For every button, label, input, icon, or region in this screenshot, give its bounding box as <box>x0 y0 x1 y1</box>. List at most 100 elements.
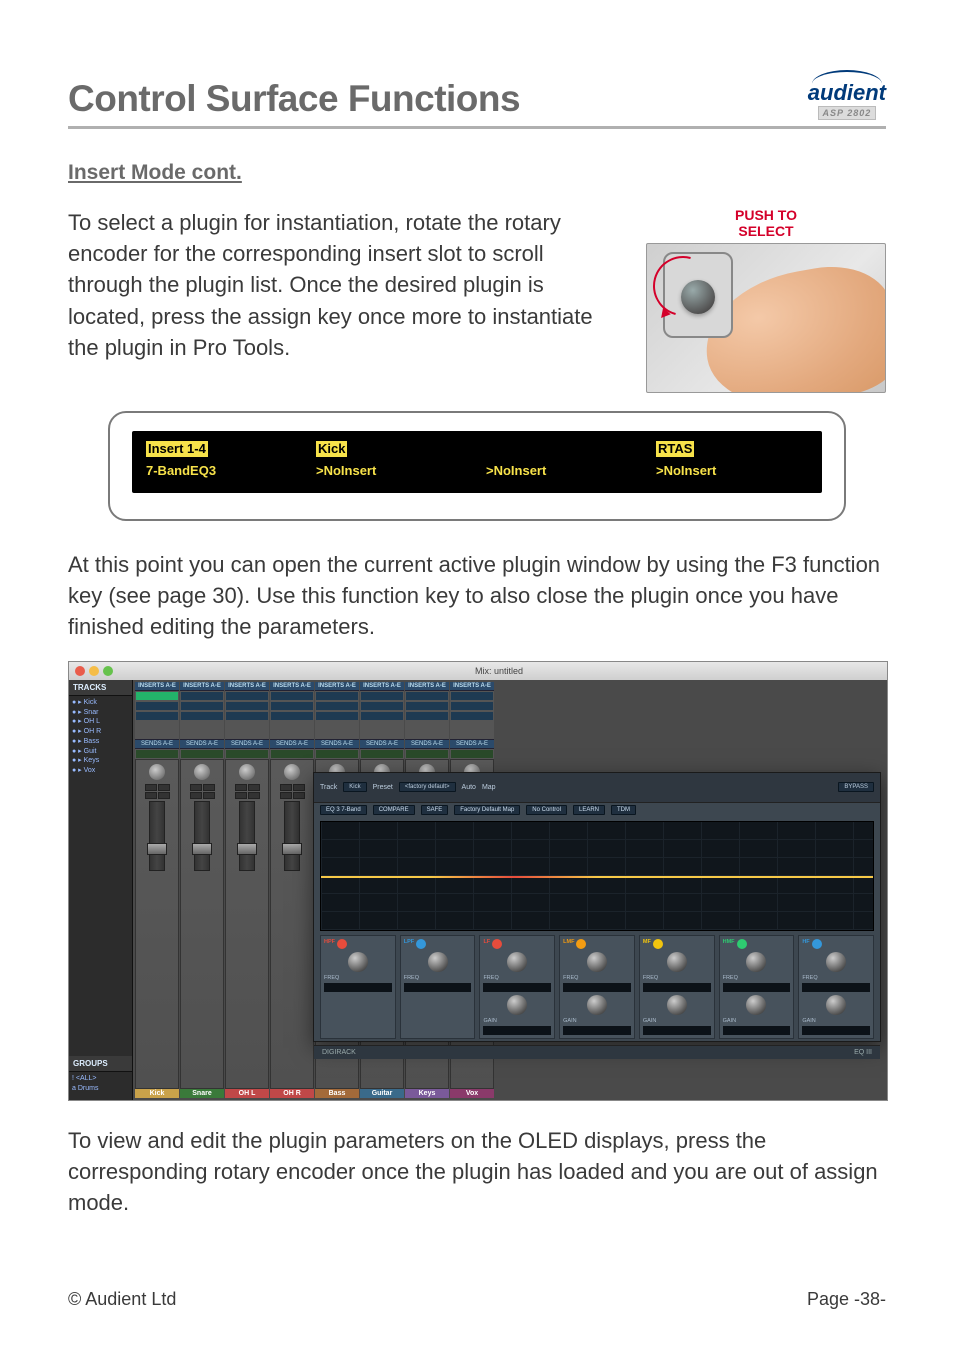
ss-band-freq-knob <box>667 952 687 972</box>
ss-plugin-footer-name: EQ III <box>854 1049 872 1056</box>
ss-band-name: HF <box>802 939 809 949</box>
ss-ch-bus <box>136 750 178 758</box>
ss-band-freq-value <box>483 983 551 992</box>
ss-band-freq-value <box>324 983 392 992</box>
ss-ch-btn <box>203 784 215 791</box>
ss-ch-name: OH R <box>270 1089 314 1098</box>
traffic-light-max-icon <box>103 666 113 676</box>
ss-band-color-icon <box>737 939 747 949</box>
ss-ch-btn <box>248 792 260 799</box>
ss-ch-bus <box>226 750 268 758</box>
ss-band-color-icon <box>653 939 663 949</box>
ss-ch-fader <box>239 801 255 871</box>
section-subtitle: Insert Mode cont. <box>68 161 886 185</box>
ss-channel: INSERTS A-E SENDS A-E OH L <box>225 682 269 1098</box>
ss-band-color-icon <box>492 939 502 949</box>
ss-ch-buttons <box>271 792 313 799</box>
ss-titlebar: Mix: untitled <box>69 662 887 680</box>
ss-band-name: HPF <box>324 939 335 949</box>
ss-sidebar: TRACKS ● ▸ Kick● ▸ Snar● ▸ OH L● ▸ OH R●… <box>69 680 133 1100</box>
ss-ch-bus <box>451 750 493 758</box>
ss-window-title: Mix: untitled <box>117 666 881 676</box>
ss-band-freq-label: FREQ <box>802 975 870 981</box>
ss-band-freq-value <box>643 983 711 992</box>
ss-groups-label: GROUPS <box>69 1056 132 1072</box>
ss-band-freq-label: FREQ <box>404 975 472 981</box>
traffic-light-close-icon <box>75 666 85 676</box>
oled-4-line2: >NoInsert <box>656 463 808 479</box>
ss-ch-insert-slot <box>226 692 268 700</box>
ss-ch-bus <box>271 750 313 758</box>
photo-caption-line1: PUSH TO <box>735 207 797 223</box>
intro-row: To select a plugin for instantiation, ro… <box>68 207 886 393</box>
ss-ch-btn <box>203 792 215 799</box>
ss-band-gain-label: GAIN <box>802 1018 870 1024</box>
oled-2-line2: >NoInsert <box>316 463 468 479</box>
ss-ch-insert-slot <box>406 692 448 700</box>
ss-plugin-learn: LEARN <box>573 805 605 815</box>
ss-ch-insert-slot <box>181 692 223 700</box>
ss-ch-name: Kick <box>135 1089 179 1098</box>
ss-ch-inserts-header: INSERTS A-E <box>180 682 224 691</box>
ss-eq-band: HF FREQ GAIN <box>798 935 874 1039</box>
ss-plugin-tdm: TDM <box>611 805 636 815</box>
ss-band-freq-value <box>723 983 791 992</box>
ss-ch-fader <box>149 801 165 871</box>
ss-band-color-icon <box>576 939 586 949</box>
ss-main: INSERTS A-E SENDS A-E Kick INSERTS A-E S… <box>133 680 887 1100</box>
oled-frame: Insert 1-4 7-BandEQ3 Kick >NoInsert >NoI… <box>108 411 846 521</box>
ss-ch-sends-header: SENDS A-E <box>135 739 179 749</box>
ss-ch-sends-header: SENDS A-E <box>360 739 404 749</box>
ss-band-gain-knob <box>507 995 527 1015</box>
ss-band-gain-knob <box>667 995 687 1015</box>
oled-2-line1: Kick <box>316 441 347 457</box>
ss-ch-btn <box>280 784 292 791</box>
ss-band-gain-value <box>723 1026 791 1035</box>
ss-channel: INSERTS A-E SENDS A-E Kick <box>135 682 179 1098</box>
ss-track-item: ● ▸ Kick <box>72 698 129 708</box>
ss-band-freq-label: FREQ <box>643 975 711 981</box>
ss-ch-sends-header: SENDS A-E <box>405 739 449 749</box>
ss-ch-bus <box>181 750 223 758</box>
ss-plugin-map-label: Map <box>482 784 496 791</box>
ss-band-freq-value <box>802 983 870 992</box>
ss-ch-name: Guitar <box>360 1089 404 1098</box>
ss-band-color-icon <box>337 939 347 949</box>
ss-band-freq-knob <box>826 952 846 972</box>
ss-ch-btn <box>190 792 202 799</box>
ss-track-item: ● ▸ Bass <box>72 737 129 747</box>
ss-band-freq-label: FREQ <box>723 975 791 981</box>
ss-ch-btn <box>248 784 260 791</box>
encoder-photo <box>646 243 886 393</box>
ss-ch-insert-slot <box>226 702 268 710</box>
ss-ch-insert-slot <box>316 692 358 700</box>
ss-ch-name: Snare <box>180 1089 224 1098</box>
page-title: Control Surface Functions <box>68 78 520 120</box>
ss-ch-bus <box>316 750 358 758</box>
ss-band-freq-label: FREQ <box>483 975 551 981</box>
ss-band-gain-label: GAIN <box>483 1018 551 1024</box>
ss-ch-fader <box>194 801 210 871</box>
oled-col-1: Insert 1-4 7-BandEQ3 <box>146 441 298 479</box>
footer-right: Page -38- <box>807 1289 886 1310</box>
ss-channel: INSERTS A-E SENDS A-E OH R <box>270 682 314 1098</box>
ss-ch-btn <box>145 784 157 791</box>
ss-band-gain-value <box>802 1026 870 1035</box>
oled-col-3: >NoInsert <box>486 441 638 479</box>
ss-plugin-name: EQ 3 7-Band <box>320 805 367 815</box>
ss-band-freq-label: FREQ <box>324 975 392 981</box>
ss-ch-btn <box>158 792 170 799</box>
ss-band-freq-value <box>404 983 472 992</box>
ss-ch-sends-header: SENDS A-E <box>225 739 269 749</box>
ss-ch-insert-slot <box>181 702 223 710</box>
ss-ch-insert-slot <box>451 712 493 720</box>
ss-ch-insert-slot <box>406 702 448 710</box>
ss-ch-sends-header: SENDS A-E <box>270 739 314 749</box>
ss-ch-sends-header: SENDS A-E <box>180 739 224 749</box>
ss-ch-insert-slot <box>361 702 403 710</box>
ss-band-gain-knob <box>746 995 766 1015</box>
ss-ch-buttons <box>136 792 178 799</box>
ss-band-gain-label: GAIN <box>723 1018 791 1024</box>
ss-ch-insert-slot <box>136 712 178 720</box>
ss-ch-buttons <box>226 784 268 791</box>
